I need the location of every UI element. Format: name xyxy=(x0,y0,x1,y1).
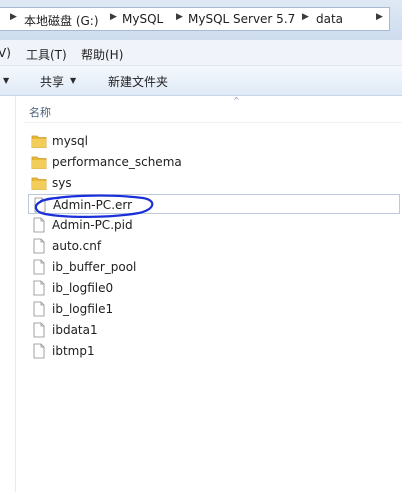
file-name: ib_logfile0 xyxy=(52,281,114,295)
new-folder-button[interactable]: 新建文件夹 xyxy=(108,73,168,90)
command-bar: ▼ 共享 ▼ 新建文件夹 xyxy=(0,66,402,96)
folder-icon xyxy=(31,156,47,169)
file-row[interactable]: Admin-PC.pid xyxy=(28,215,400,235)
breadcrumb-data[interactable]: data xyxy=(316,12,343,26)
menu-bar: V) 工具(T) 帮助(H) xyxy=(0,40,402,66)
chevron-right-icon[interactable]: ▶ xyxy=(176,12,183,22)
file-icon xyxy=(33,259,45,275)
file-icon xyxy=(33,343,45,359)
file-list: ^ 名称 mysql performance_schema sys Admin-… xyxy=(0,96,402,492)
file-row[interactable]: ib_logfile0 xyxy=(28,278,400,298)
chevron-right-icon[interactable]: ▶ xyxy=(110,12,117,22)
file-name: Admin-PC.pid xyxy=(52,218,133,232)
file-name: ibdata1 xyxy=(52,323,98,337)
file-row[interactable]: ibdata1 xyxy=(28,320,400,340)
folder-row[interactable]: sys xyxy=(28,173,400,193)
breadcrumb-mysql-server[interactable]: MySQL Server 5.7 xyxy=(188,12,295,26)
file-name: auto.cnf xyxy=(52,239,102,253)
file-name: ib_logfile1 xyxy=(52,302,114,316)
chevron-right-icon[interactable]: ▶ xyxy=(376,12,383,22)
folder-row[interactable]: performance_schema xyxy=(28,152,400,172)
file-icon xyxy=(34,197,46,213)
folder-name: performance_schema xyxy=(52,155,182,169)
menu-tools[interactable]: 工具(T) xyxy=(26,46,67,63)
header-divider xyxy=(24,122,402,123)
sort-ascending-icon: ^ xyxy=(233,96,240,105)
share-button[interactable]: 共享 xyxy=(40,73,64,90)
breadcrumb[interactable]: ▶ 本地磁盘 (G:) ▶ MySQL ▶ MySQL Server 5.7 ▶… xyxy=(0,7,390,31)
file-icon xyxy=(33,217,45,233)
file-name: Admin-PC.err xyxy=(53,198,133,212)
breadcrumb-drive[interactable]: 本地磁盘 (G:) xyxy=(24,12,99,29)
file-row[interactable]: ib_buffer_pool xyxy=(28,257,400,277)
menu-view[interactable]: V) xyxy=(0,46,11,60)
chevron-right-icon[interactable]: ▶ xyxy=(10,12,17,22)
column-header-name[interactable]: 名称 xyxy=(29,104,51,120)
file-name: ib_buffer_pool xyxy=(52,260,137,274)
dropdown-arrow-icon[interactable]: ▼ xyxy=(3,76,9,85)
file-icon xyxy=(33,280,45,296)
file-row[interactable]: ibtmp1 xyxy=(28,341,400,361)
file-row[interactable]: auto.cnf xyxy=(28,236,400,256)
file-name: ibtmp1 xyxy=(52,344,95,358)
address-bar: ▶ 本地磁盘 (G:) ▶ MySQL ▶ MySQL Server 5.7 ▶… xyxy=(0,0,402,40)
folder-icon xyxy=(31,135,47,148)
file-row-selected[interactable]: Admin-PC.err xyxy=(28,194,400,214)
navigation-pane-edge xyxy=(0,96,16,492)
folder-row[interactable]: mysql xyxy=(28,131,400,151)
menu-help[interactable]: 帮助(H) xyxy=(81,46,123,63)
breadcrumb-mysql[interactable]: MySQL xyxy=(122,12,163,26)
folder-icon xyxy=(31,177,47,190)
explorer-window: ▶ 本地磁盘 (G:) ▶ MySQL ▶ MySQL Server 5.7 ▶… xyxy=(0,0,402,492)
file-icon xyxy=(33,322,45,338)
share-dropdown-icon[interactable]: ▼ xyxy=(70,76,76,85)
folder-name: sys xyxy=(52,176,72,190)
folder-name: mysql xyxy=(52,134,88,148)
file-icon xyxy=(33,301,45,317)
file-icon xyxy=(33,238,45,254)
chevron-right-icon[interactable]: ▶ xyxy=(302,12,309,22)
file-row[interactable]: ib_logfile1 xyxy=(28,299,400,319)
